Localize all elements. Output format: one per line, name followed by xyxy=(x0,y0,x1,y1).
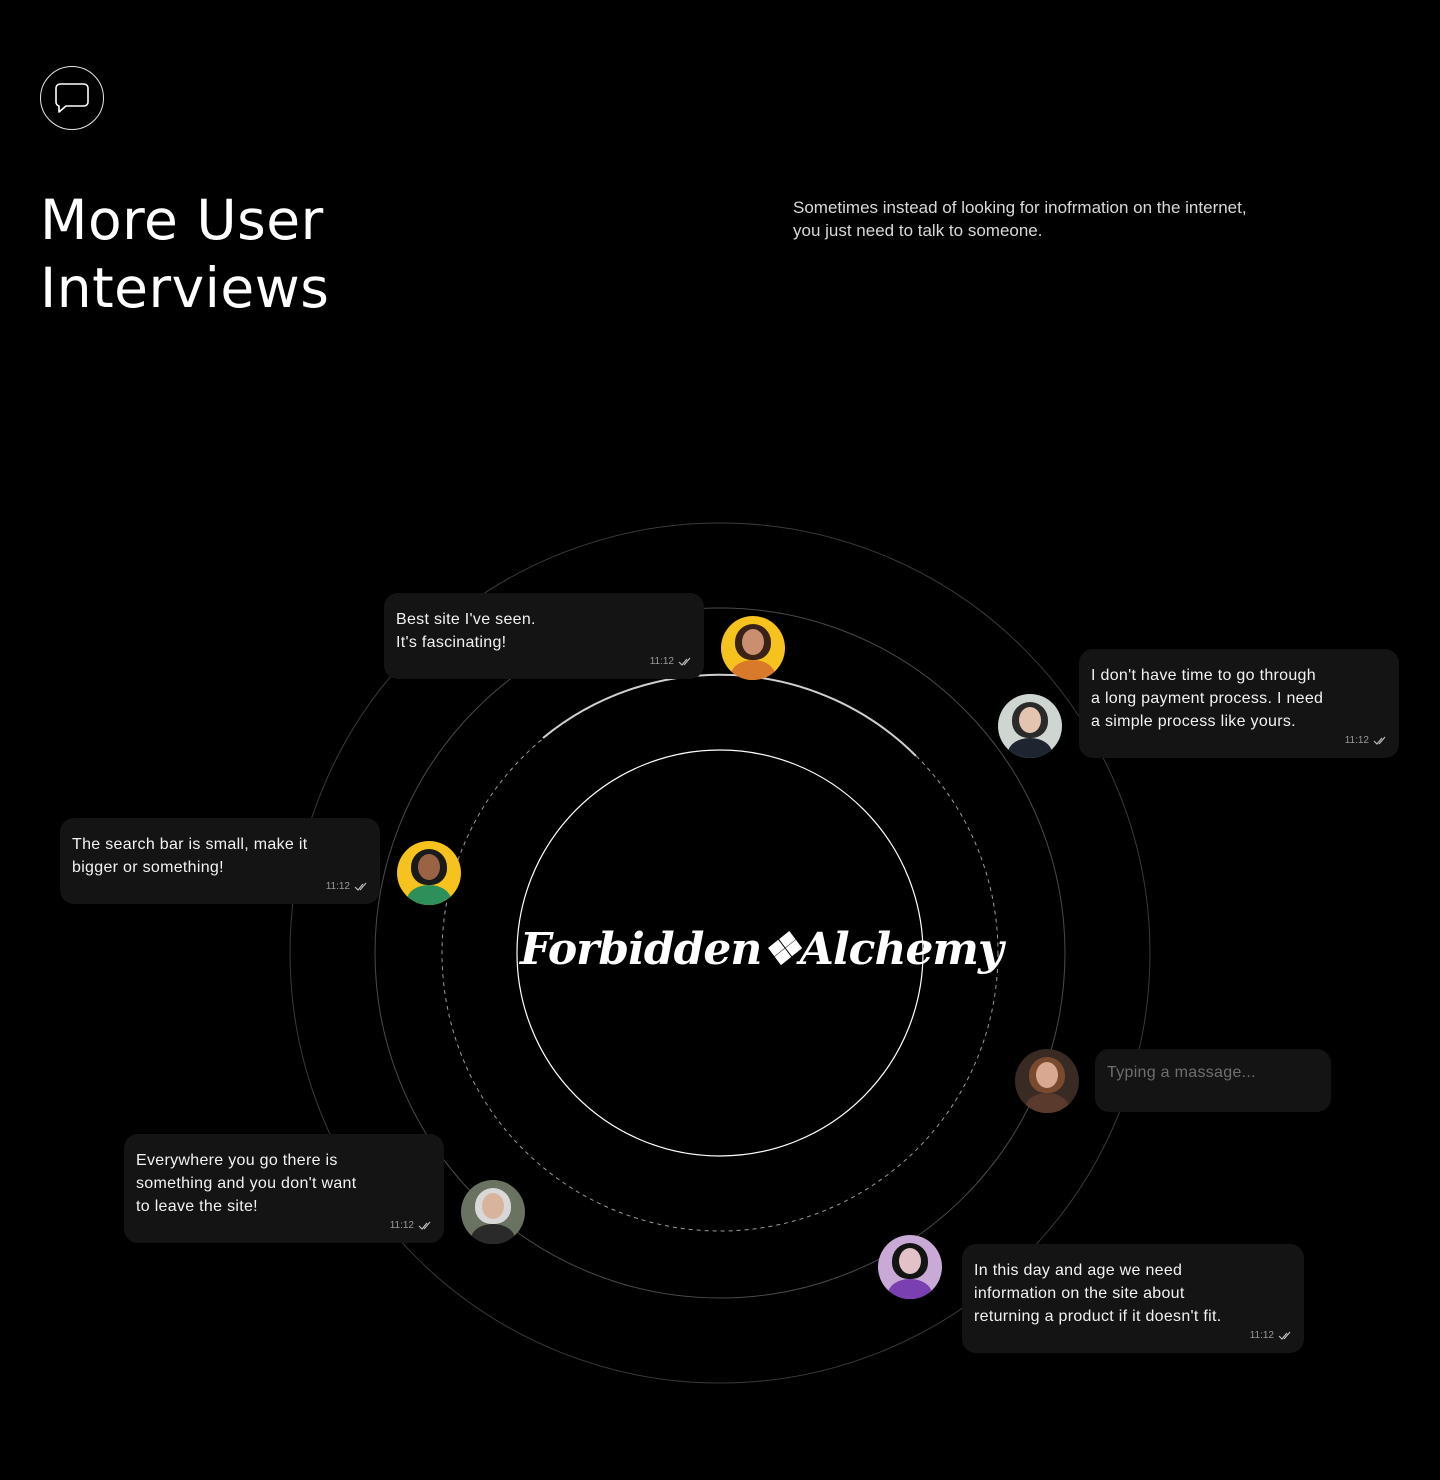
message-line: something and you don't want xyxy=(136,1175,357,1192)
orbit-ring-highlight-arc xyxy=(542,673,917,757)
message-line: Everywhere you go there is xyxy=(136,1152,338,1169)
message-meta: 11:12 xyxy=(326,881,368,892)
double-check-icon xyxy=(678,657,691,666)
chat-bubble-6: In this day and age we need information … xyxy=(962,1244,1304,1353)
avatar-user-3 xyxy=(397,841,461,905)
message-line: I don't have time to go through xyxy=(1091,667,1316,684)
message-meta: 11:12 xyxy=(650,656,692,667)
message-line: The search bar is small, make it xyxy=(72,836,308,853)
typing-indicator: Typing a massage... xyxy=(1107,1064,1256,1081)
message-line: a simple process like yours. xyxy=(1091,713,1296,730)
chat-bubble-3: The search bar is small, make it bigger … xyxy=(60,818,380,904)
message-text: Best site I've seen. It's fascinating! xyxy=(396,608,692,654)
message-time: 11:12 xyxy=(649,656,674,667)
chat-bubble-5: Everywhere you go there is something and… xyxy=(124,1134,444,1243)
message-text: In this day and age we need information … xyxy=(974,1259,1292,1328)
message-line: bigger or something! xyxy=(72,859,224,876)
message-line: to leave the site! xyxy=(136,1198,258,1215)
message-meta: 11:12 xyxy=(390,1220,432,1231)
double-check-icon xyxy=(1373,736,1386,745)
message-time: 11:12 xyxy=(1249,1330,1274,1341)
message-line: returning a product if it doesn't fit. xyxy=(974,1308,1222,1325)
avatar-user-4 xyxy=(1015,1049,1079,1113)
avatar-user-6 xyxy=(878,1235,942,1299)
message-text: I don't have time to go through a long p… xyxy=(1091,664,1387,733)
message-line: Best site I've seen. xyxy=(396,611,536,628)
message-text: Everywhere you go there is something and… xyxy=(136,1149,432,1218)
message-time: 11:12 xyxy=(325,881,350,892)
double-check-icon xyxy=(1278,1331,1291,1340)
message-time: 11:12 xyxy=(389,1220,414,1231)
avatar-user-2 xyxy=(998,694,1062,758)
chat-bubble-2: I don't have time to go through a long p… xyxy=(1079,649,1399,758)
chat-bubble-1: Best site I've seen. It's fascinating! 1… xyxy=(384,593,704,679)
message-meta: 11:12 xyxy=(1345,735,1387,746)
double-check-icon xyxy=(354,882,367,891)
message-meta: 11:12 xyxy=(1250,1330,1292,1341)
message-line: In this day and age we need xyxy=(974,1262,1183,1279)
message-line: information on the site about xyxy=(974,1285,1185,1302)
message-line: a long payment process. I need xyxy=(1091,690,1324,707)
message-text: The search bar is small, make it bigger … xyxy=(72,833,368,879)
avatar-user-5 xyxy=(461,1180,525,1244)
brand-logo: Forbidden❖Alchemy xyxy=(520,924,1004,975)
avatar-user-1 xyxy=(721,616,785,680)
message-time: 11:12 xyxy=(1344,735,1369,746)
typing-bubble: Typing a massage... xyxy=(1095,1049,1331,1112)
double-check-icon xyxy=(418,1221,431,1230)
message-line: It's fascinating! xyxy=(396,634,507,651)
